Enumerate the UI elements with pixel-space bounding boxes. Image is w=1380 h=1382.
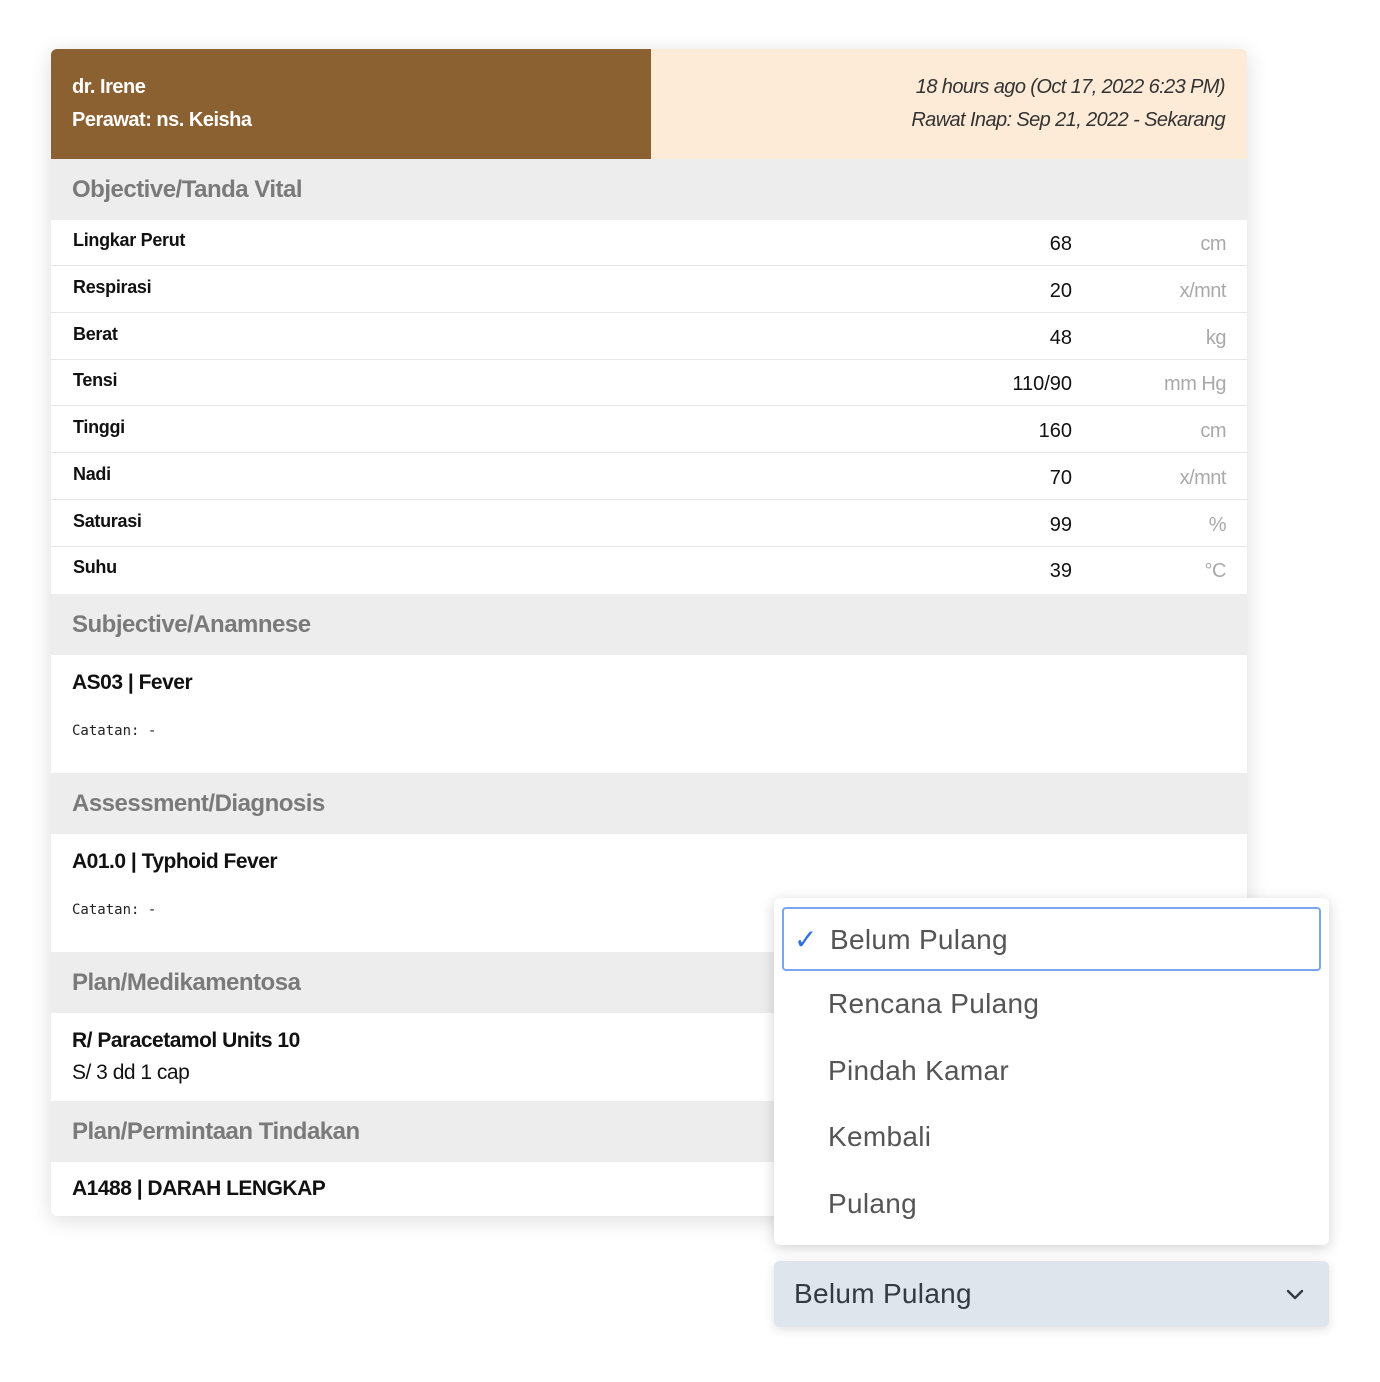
option-label: Rencana Pulang (828, 988, 1040, 1019)
vital-row: Saturasi 99 % (51, 501, 1247, 547)
vital-label: Suhu (73, 557, 117, 577)
action-entry: A1488 | DARAH LENGKAP (72, 1177, 326, 1200)
checkmark-icon: ✓ (794, 924, 818, 955)
subjective-entry: AS03 | Fever (72, 671, 193, 694)
vital-unit: kg (1205, 327, 1227, 349)
status-dropdown-menu: ✓ Belum Pulang Rencana Pulang Pindah Kam… (774, 898, 1329, 1245)
vital-value: 160 (1038, 420, 1072, 442)
section-subjective-title: Subjective/Anamnese (51, 594, 1247, 655)
status-option-pindah-kamar[interactable]: Pindah Kamar (782, 1040, 1321, 1104)
record-timestamp: 18 hours ago (Oct 17, 2022 6:23 PM) (915, 76, 1226, 98)
vital-row: Nadi 70 x/mnt (51, 454, 1247, 500)
vital-unit: °C (1204, 560, 1227, 582)
option-label: Pindah Kamar (828, 1055, 1010, 1086)
vital-row: Suhu 39 °C (51, 547, 1247, 593)
time-panel: 18 hours ago (Oct 17, 2022 6:23 PM) Rawa… (651, 49, 1247, 159)
vital-unit: cm (1200, 420, 1226, 442)
vital-label: Nadi (73, 464, 111, 484)
option-label: Belum Pulang (830, 924, 1008, 955)
vital-row: Lingkar Perut 68 cm (51, 220, 1247, 266)
vital-value: 68 (1049, 233, 1072, 255)
vital-unit: x/mnt (1179, 280, 1227, 302)
diagnosis-note: Catatan: - (72, 902, 157, 918)
vital-unit: % (1208, 514, 1227, 536)
vital-label: Lingkar Perut (73, 230, 186, 250)
stay-period: Rawat Inap: Sep 21, 2022 - Sekarang (911, 109, 1225, 131)
option-label: Pulang (828, 1188, 917, 1219)
status-select[interactable]: Belum Pulang (774, 1261, 1329, 1327)
vital-row: Respirasi 20 x/mnt (51, 267, 1247, 313)
vital-unit: mm Hg (1164, 373, 1226, 395)
vital-unit: cm (1200, 233, 1226, 255)
subjective-note: Catatan: - (72, 723, 157, 739)
vital-label: Respirasi (73, 277, 152, 297)
doctor-name: dr. Irene (72, 76, 146, 98)
medication-signa: S/ 3 dd 1 cap (72, 1061, 190, 1084)
vital-value: 99 (1049, 514, 1072, 536)
vital-label: Tinggi (73, 417, 125, 437)
vital-row: Berat 48 kg (51, 314, 1247, 360)
vital-label: Saturasi (73, 511, 142, 531)
vital-value: 110/90 (1012, 373, 1072, 395)
vital-label: Berat (73, 324, 118, 344)
section-objective-title: Objective/Tanda Vital (51, 159, 1247, 220)
diagnosis-entry: A01.0 | Typhoid Fever (72, 850, 278, 873)
record-header: dr. Irene Perawat: ns. Keisha 18 hours a… (51, 49, 1247, 159)
vital-value: 39 (1049, 560, 1072, 582)
status-option-pulang[interactable]: Pulang (782, 1173, 1321, 1237)
vital-label: Tensi (73, 370, 118, 390)
medication-entry: R/ Paracetamol Units 10 (72, 1029, 300, 1052)
vital-value: 70 (1049, 467, 1072, 489)
option-label: Kembali (828, 1121, 932, 1152)
nurse-name: Perawat: ns. Keisha (72, 109, 252, 131)
vital-unit: x/mnt (1179, 467, 1227, 489)
status-option-rencana-pulang[interactable]: Rencana Pulang (782, 973, 1321, 1037)
vital-value: 48 (1049, 327, 1072, 349)
vital-row: Tensi 110/90 mm Hg (51, 360, 1247, 406)
status-option-belum-pulang[interactable]: ✓ Belum Pulang (782, 907, 1321, 971)
status-select-value: Belum Pulang (794, 1278, 972, 1309)
vital-row: Tinggi 160 cm (51, 407, 1247, 453)
vital-value: 20 (1049, 280, 1072, 302)
staff-panel: dr. Irene Perawat: ns. Keisha (51, 49, 651, 159)
section-assessment-title: Assessment/Diagnosis (51, 773, 1247, 834)
status-option-kembali[interactable]: Kembali (782, 1106, 1321, 1170)
chevron-down-icon (1286, 1289, 1304, 1300)
